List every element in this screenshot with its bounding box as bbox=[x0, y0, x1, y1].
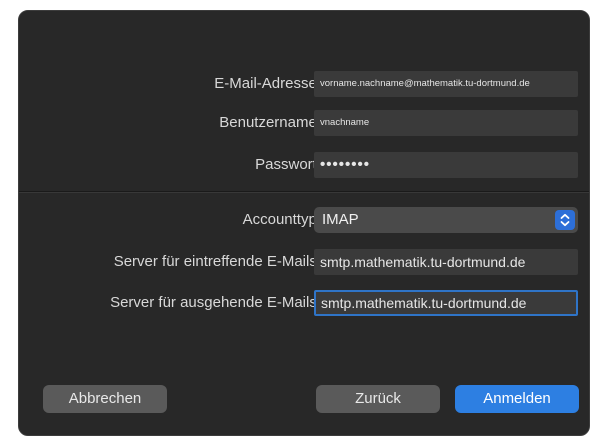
password-row: Passwort: •••••••• bbox=[19, 152, 589, 178]
account-type-label: Accounttyp: bbox=[242, 211, 321, 228]
back-button[interactable]: Zurück bbox=[316, 385, 440, 413]
username-field[interactable]: vnachname bbox=[314, 110, 578, 136]
password-label: Passwort: bbox=[255, 156, 321, 173]
incoming-server-row: Server für eintreffende E-Mails: smtp.ma… bbox=[19, 249, 589, 275]
username-label: Benutzername: bbox=[219, 114, 321, 131]
cancel-button[interactable]: Abbrechen bbox=[43, 385, 167, 413]
username-row: Benutzername: vnachname bbox=[19, 110, 589, 136]
account-type-row: Accounttyp: IMAP bbox=[19, 207, 589, 233]
email-field[interactable]: vorname.nachname@mathematik.tu-dortmund.… bbox=[314, 71, 578, 97]
account-type-value: IMAP bbox=[322, 211, 359, 228]
incoming-server-field[interactable]: smtp.mathematik.tu-dortmund.de bbox=[314, 249, 578, 275]
email-row: E-Mail-Adresse: vorname.nachname@mathema… bbox=[19, 71, 589, 97]
incoming-server-label: Server für eintreffende E-Mails: bbox=[113, 253, 321, 270]
outgoing-server-row: Server für ausgehende E-Mails: smtp.math… bbox=[19, 290, 589, 316]
account-setup-dialog: E-Mail-Adresse: vorname.nachname@mathema… bbox=[18, 10, 590, 436]
signin-button[interactable]: Anmelden bbox=[455, 385, 579, 413]
section-divider bbox=[19, 191, 589, 193]
chevron-up-down-icon[interactable] bbox=[555, 210, 575, 230]
password-field[interactable]: •••••••• bbox=[314, 152, 578, 178]
outgoing-server-label: Server für ausgehende E-Mails: bbox=[110, 294, 321, 311]
outgoing-server-field[interactable]: smtp.mathematik.tu-dortmund.de bbox=[314, 290, 578, 316]
email-label: E-Mail-Adresse: bbox=[214, 75, 321, 92]
account-type-select[interactable]: IMAP bbox=[314, 207, 578, 233]
